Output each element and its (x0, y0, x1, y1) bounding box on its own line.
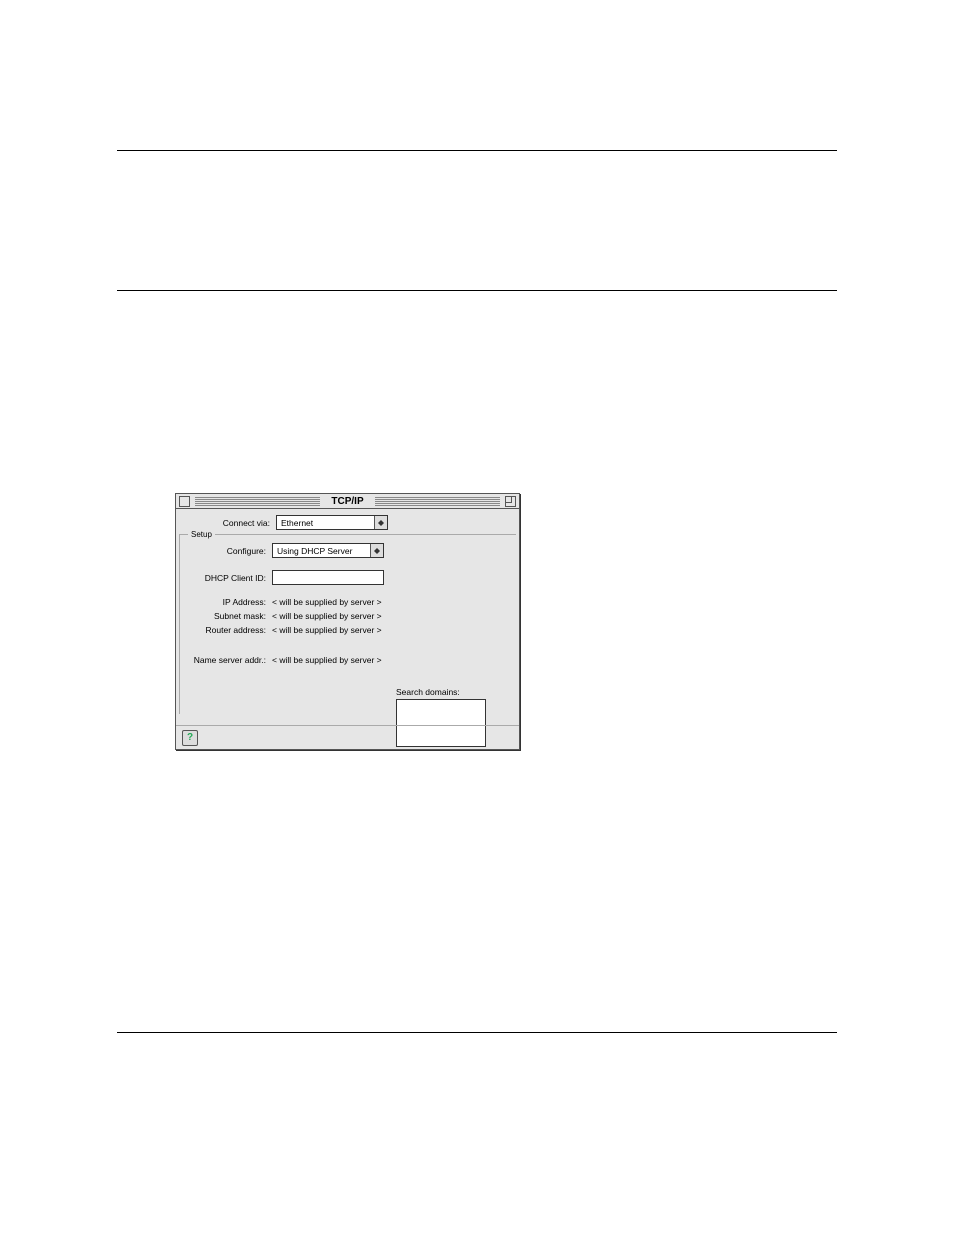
configure-label: Configure: (180, 546, 272, 556)
name-server-row: Name server addr.: < will be supplied by… (180, 655, 516, 665)
configure-row: Configure: Using DHCP Server (180, 543, 516, 558)
tcpip-window: TCP/IP Connect via: Ethernet Setup Confi… (175, 493, 520, 750)
configure-value: Using DHCP Server (277, 546, 352, 556)
connect-via-row: Connect via: Ethernet (184, 515, 511, 530)
name-server-value: < will be supplied by server > (272, 655, 382, 665)
name-server-label: Name server addr.: (180, 655, 272, 665)
titlebar-stripes (195, 497, 320, 506)
close-box-icon[interactable] (179, 496, 190, 507)
subnet-mask-row: Subnet mask: < will be supplied by serve… (180, 611, 516, 621)
dhcp-client-id-row: DHCP Client ID: (180, 570, 516, 585)
updown-arrows-icon (370, 544, 383, 557)
router-address-label: Router address: (180, 625, 272, 635)
configure-popup[interactable]: Using DHCP Server (272, 543, 384, 558)
ip-address-row: IP Address: < will be supplied by server… (180, 597, 516, 607)
setup-legend: Setup (188, 530, 215, 539)
connect-via-value: Ethernet (281, 518, 313, 528)
window-footer: ? (176, 725, 519, 749)
titlebar-stripes (375, 497, 500, 506)
dhcp-client-id-input[interactable] (272, 570, 384, 585)
updown-arrows-icon (374, 516, 387, 529)
help-button[interactable]: ? (182, 730, 198, 746)
divider-2 (117, 290, 837, 291)
router-address-row: Router address: < will be supplied by se… (180, 625, 516, 635)
connect-via-popup[interactable]: Ethernet (276, 515, 388, 530)
subnet-mask-label: Subnet mask: (180, 611, 272, 621)
window-body: Connect via: Ethernet Setup Configure: U… (176, 509, 519, 725)
subnet-mask-value: < will be supplied by server > (272, 611, 382, 621)
divider-1 (117, 150, 837, 151)
divider-3 (117, 1032, 837, 1033)
setup-content: Configure: Using DHCP Server DHCP Client… (180, 535, 516, 665)
ip-address-value: < will be supplied by server > (272, 597, 382, 607)
dhcp-client-id-label: DHCP Client ID: (180, 573, 272, 583)
search-domains-label: Search domains: (396, 687, 486, 697)
zoom-box-icon[interactable] (505, 496, 516, 507)
window-title: TCP/IP (325, 496, 369, 507)
setup-fieldset: Setup Configure: Using DHCP Server DHCP … (179, 534, 516, 714)
connect-via-label: Connect via: (184, 518, 276, 528)
router-address-value: < will be supplied by server > (272, 625, 382, 635)
help-icon: ? (187, 732, 193, 743)
ip-address-label: IP Address: (180, 597, 272, 607)
titlebar[interactable]: TCP/IP (176, 494, 519, 509)
